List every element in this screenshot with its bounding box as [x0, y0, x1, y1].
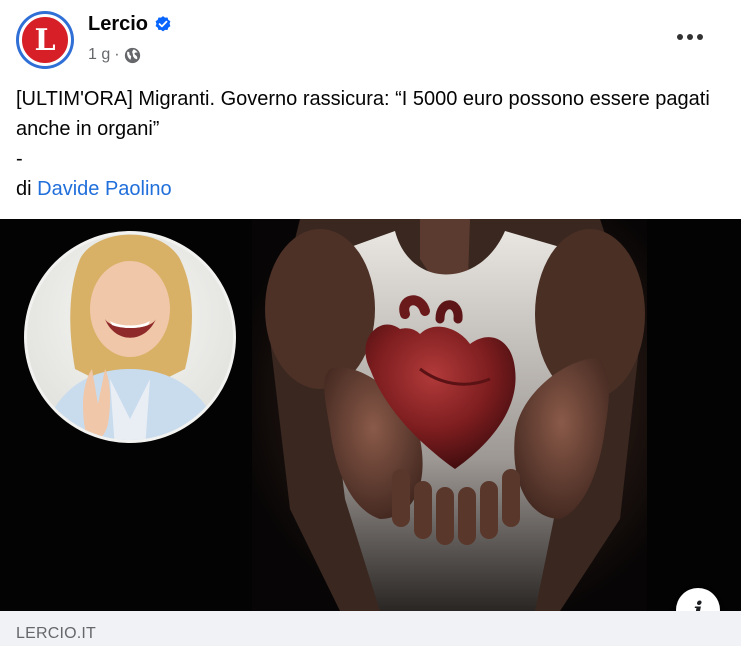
post-header: L Lercio 1 g · — [0, 0, 741, 78]
link-domain: LERCIO.IT — [16, 625, 97, 642]
post-headline: [ULTIM'ORA] Migranti. Governo rassicura:… — [16, 88, 710, 140]
page-logo: L — [19, 14, 71, 66]
link-preview-image[interactable] — [0, 219, 741, 611]
post-dash: - — [16, 148, 23, 170]
logo-letter: L — [34, 22, 56, 58]
facebook-post: L Lercio 1 g · [ULTIM'ORA] Migranti. Gov… — [0, 0, 741, 646]
verified-badge-icon — [155, 16, 171, 32]
page-name[interactable]: Lercio — [88, 13, 148, 36]
post-timestamp[interactable]: 1 g — [88, 46, 110, 64]
more-options-button[interactable] — [670, 22, 710, 52]
link-preview-footer[interactable]: LERCIO.IT — [0, 611, 741, 646]
globe-icon — [124, 47, 140, 63]
byline-prefix: di — [16, 178, 32, 200]
post-byline: di Davide Paolino — [16, 174, 728, 204]
page-avatar[interactable]: L — [16, 11, 74, 69]
post-text: [ULTIM'ORA] Migranti. Governo rassicura:… — [16, 84, 728, 204]
more-options-dot — [677, 34, 683, 40]
meta-separator: · — [114, 46, 120, 63]
page-name-row: Lercio — [88, 12, 172, 36]
article-illustration — [0, 219, 741, 611]
more-options-dot — [687, 34, 693, 40]
author-link[interactable]: Davide Paolino — [37, 178, 172, 200]
more-options-dot — [697, 34, 703, 40]
post-meta: 1 g · — [88, 44, 141, 66]
